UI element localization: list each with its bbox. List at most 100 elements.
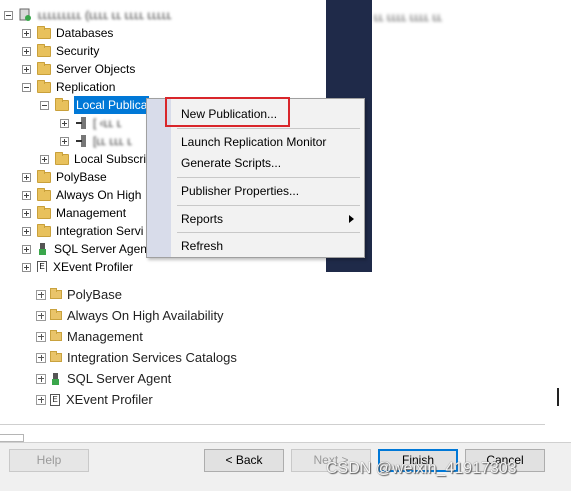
tree-item-always-on[interactable]: Always On High: [22, 186, 141, 204]
tree-item-label: Local Publica: [74, 96, 150, 114]
tree-item-server-objects[interactable]: Server Objects: [22, 60, 135, 78]
tree-item-security[interactable]: Security: [22, 42, 99, 60]
tree-item-label: Management: [56, 206, 127, 220]
wizard-item-xevent-profiler[interactable]: E XEvent Profiler: [36, 389, 153, 410]
folder-icon: [37, 187, 51, 201]
folder-icon: [37, 43, 51, 57]
publication-icon: [76, 135, 86, 147]
expand-icon[interactable]: [36, 352, 46, 363]
tree-item-integration-services[interactable]: Integration Servi: [22, 222, 143, 240]
tree-item-label: Integration Servi: [56, 224, 144, 238]
wizard-item-label: SQL Server Agent: [67, 371, 172, 386]
folder-icon: [55, 151, 69, 165]
tree-item-publication-2[interactable]: [ʟʟ ʟʟʟ ʟ: [60, 132, 132, 150]
wizard-item-sql-server-agent[interactable]: SQL Server Agent: [36, 368, 171, 389]
folder-icon: [55, 97, 69, 111]
folder-icon: [50, 330, 62, 341]
expand-icon[interactable]: [22, 208, 31, 218]
menu-item-publisher-properties[interactable]: Publisher Properties...: [181, 182, 299, 200]
folder-icon: [50, 309, 62, 320]
expand-icon[interactable]: [36, 289, 46, 300]
publication-icon: [76, 117, 86, 129]
submenu-arrow-icon: [349, 215, 354, 223]
tree-item-management[interactable]: Management: [22, 204, 126, 222]
tree-item-label: [ʟʟ ʟʟʟ ʟ: [93, 134, 133, 148]
expand-icon[interactable]: [22, 262, 31, 272]
expand-icon[interactable]: [36, 394, 46, 405]
wizard-item-label: Integration Services Catalogs: [67, 350, 237, 365]
collapse-icon[interactable]: [22, 82, 31, 92]
menu-separator: [177, 232, 360, 233]
blurred-text: ʟʟ ʟʟʟʟ ʟʟʟʟ ʟʟ: [374, 10, 443, 24]
folder-icon: [37, 205, 51, 219]
menu-item-reports[interactable]: Reports: [181, 210, 223, 228]
xevent-icon: E: [37, 261, 47, 272]
agent-icon: [39, 243, 46, 255]
expand-icon[interactable]: [22, 64, 31, 74]
wizard-item-label: XEvent Profiler: [66, 392, 153, 407]
collapse-icon[interactable]: [4, 10, 13, 20]
tree-item-label: SQL Server Agen: [54, 242, 147, 256]
expand-icon[interactable]: [36, 373, 46, 384]
tree-item-replication[interactable]: Replication: [22, 78, 115, 96]
expand-icon[interactable]: [22, 244, 31, 254]
tree-item-publication-1[interactable]: [ ‹ʟʟ ʟ: [60, 114, 122, 132]
watermark: CSDN @weixin_41917303: [326, 460, 517, 477]
wizard-item-integration-services[interactable]: Integration Services Catalogs: [36, 347, 237, 368]
expand-icon[interactable]: [60, 136, 69, 146]
folder-icon: [50, 351, 62, 362]
scrollbar-edge: [557, 388, 559, 406]
wizard-item-polybase[interactable]: PolyBase: [36, 284, 122, 305]
wizard-item-management[interactable]: Management: [36, 326, 143, 347]
menu-separator: [177, 205, 360, 206]
horizontal-scrollbar[interactable]: [0, 434, 24, 442]
tree-item-local-publications[interactable]: Local Publica: [40, 96, 150, 114]
help-button[interactable]: Help: [9, 449, 89, 472]
back-button[interactable]: < Back: [204, 449, 284, 472]
wizard-item-label: Always On High Availability: [67, 308, 224, 323]
folder-icon: [37, 79, 51, 93]
tree-item-databases[interactable]: Databases: [22, 24, 113, 42]
menu-item-generate-scripts[interactable]: Generate Scripts...: [181, 154, 281, 172]
folder-icon: [37, 223, 51, 237]
folder-icon: [37, 25, 51, 39]
server-node[interactable]: ʟʟʟʟʟʟʟʟʟ (ʟʟʟʟ ʟʟ ʟʟʟʟ ʟʟʟʟʟ: [4, 6, 172, 24]
folder-icon: [37, 61, 51, 75]
collapse-icon[interactable]: [40, 100, 49, 110]
agent-icon: [52, 372, 59, 385]
highlight-annotation: [165, 97, 290, 127]
tree-item-label: Security: [56, 44, 100, 58]
tree-item-label: Local Subscri: [74, 152, 147, 166]
tree-item-label: Databases: [56, 26, 114, 40]
expand-icon[interactable]: [22, 46, 31, 56]
expand-icon[interactable]: [22, 172, 31, 182]
tree-item-label: XEvent Profiler: [53, 260, 134, 272]
tree-item-label: Always On High: [56, 188, 142, 202]
xevent-icon: E: [50, 393, 60, 406]
menu-item-launch-replication-monitor[interactable]: Launch Replication Monitor: [181, 133, 326, 151]
expand-icon[interactable]: [36, 310, 46, 321]
document-panel: ʟʟ ʟʟʟʟ ʟʟʟʟ ʟʟ: [372, 0, 571, 272]
expand-icon[interactable]: [22, 226, 31, 236]
tree-item-label: [ ‹ʟʟ ʟ: [93, 116, 122, 130]
tree-item-label: PolyBase: [56, 170, 107, 184]
tree-item-label: Replication: [56, 80, 116, 94]
divider: [0, 424, 545, 425]
wizard-item-label: PolyBase: [67, 287, 122, 302]
tree-item-xevent-profiler[interactable]: E XEvent Profiler: [22, 258, 133, 272]
expand-icon[interactable]: [36, 331, 46, 342]
wizard-item-label: Management: [67, 329, 143, 344]
tree-item-sql-server-agent[interactable]: SQL Server Agen: [22, 240, 147, 258]
expand-icon[interactable]: [60, 118, 69, 128]
folder-icon: [37, 169, 51, 183]
tree-item-polybase[interactable]: PolyBase: [22, 168, 107, 186]
expand-icon[interactable]: [22, 190, 31, 200]
menu-item-refresh[interactable]: Refresh: [181, 237, 223, 255]
tree-item-local-subscriptions[interactable]: Local Subscri: [40, 150, 146, 168]
menu-separator: [177, 177, 360, 178]
expand-icon[interactable]: [40, 154, 49, 164]
expand-icon[interactable]: [22, 28, 31, 38]
tree-item-label: Server Objects: [56, 62, 136, 76]
wizard-object-tree: PolyBase Always On High Availability Man…: [0, 278, 571, 428]
wizard-item-always-on[interactable]: Always On High Availability: [36, 305, 224, 326]
